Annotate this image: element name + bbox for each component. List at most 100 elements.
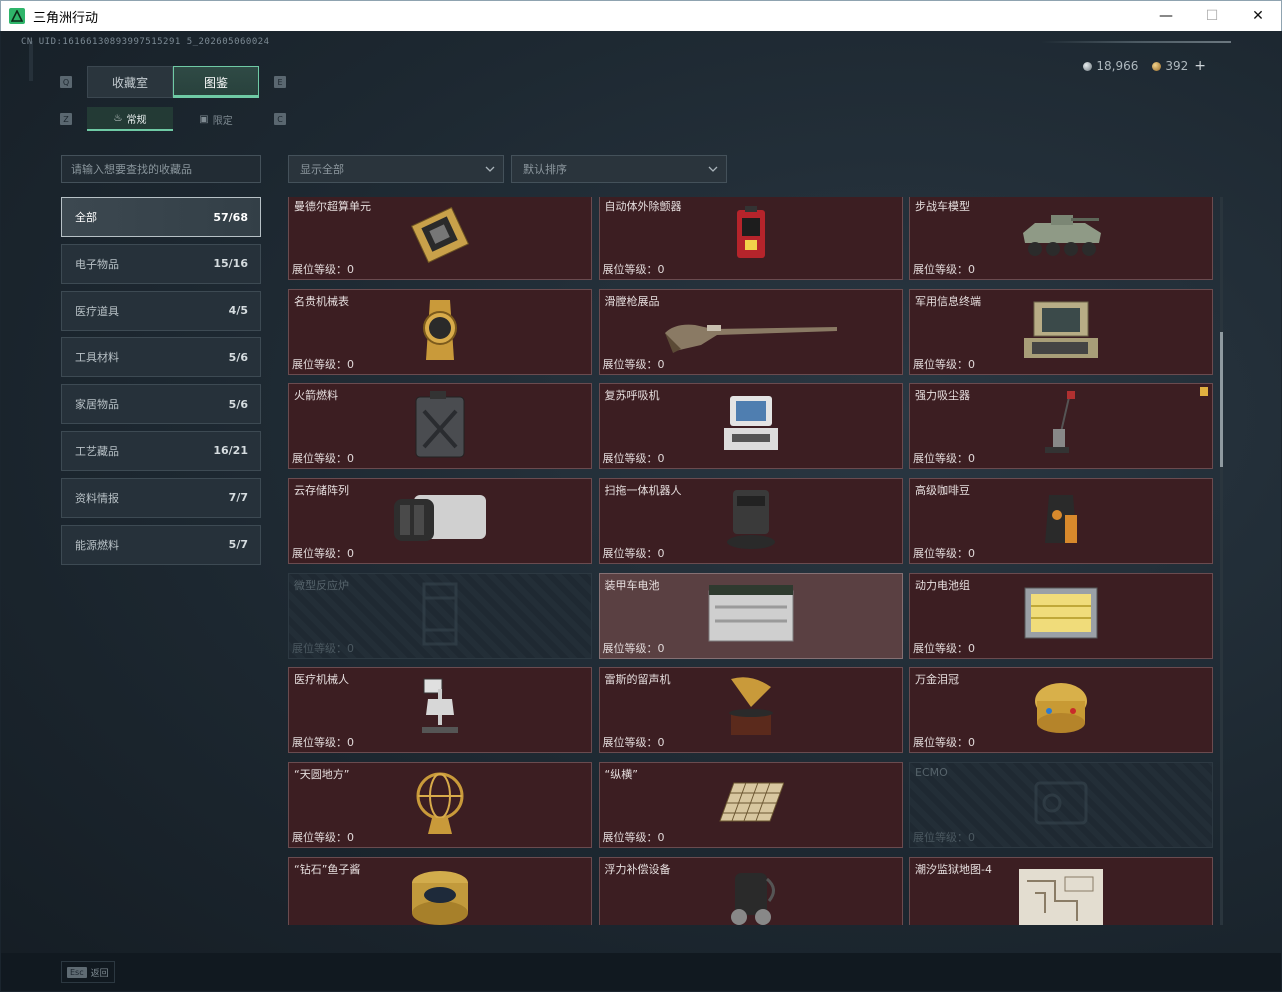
tab-collection[interactable]: 收藏室 [87, 66, 173, 98]
sidebar-item[interactable]: 全部 57/68 [61, 197, 261, 237]
silver-amount: 18,966 [1096, 59, 1139, 73]
sidebar-item[interactable]: 能源燃料 5/7 [61, 524, 261, 565]
collection-card[interactable]: 装甲车电池 展位等级：0 [598, 572, 903, 659]
collection-card[interactable]: 潮汐监狱地图-4 展位等级：0 [909, 856, 1213, 925]
card-name: ECMO [915, 766, 948, 780]
vacuum-item-icon [1041, 389, 1081, 463]
collection-card[interactable]: 曼德尔超算单元 展位等级：0 [288, 197, 592, 280]
sidebar-item[interactable]: 电子物品 15/16 [61, 243, 261, 284]
collection-card[interactable]: 万金泪冠 展位等级：0 [909, 667, 1213, 754]
bcd-item-icon [723, 865, 779, 925]
sidebar-item[interactable]: 资料情报 7/7 [61, 477, 261, 518]
sidebar-item[interactable]: 医疗道具 4/5 [61, 290, 261, 331]
tab-catalog[interactable]: 图鉴 [173, 66, 259, 98]
sub-tabs: ♨ 常规 ▣ 限定 [87, 107, 259, 131]
collection-card[interactable]: 军用信息终端 展位等级：0 [909, 288, 1213, 375]
collection-card[interactable]: 步战车模型 展位等级：0 [909, 197, 1213, 280]
collection-card[interactable]: 浮力补偿设备展位等级：0 [598, 856, 903, 925]
collection-card[interactable]: 扫拖一体机器人 展位等级：0 [598, 478, 903, 564]
close-button[interactable]: ✕ [1235, 1, 1281, 31]
collection-card[interactable]: ECMO 展位等级：0 [909, 762, 1213, 849]
sort-dropdown[interactable]: 默认排序 [511, 155, 727, 183]
collection-card[interactable]: 复苏呼吸机 展位等级：0 [598, 383, 903, 470]
tab-regular[interactable]: ♨ 常规 [87, 107, 173, 131]
collection-card[interactable]: 强力吸尘器 展位等级：0 [909, 383, 1213, 470]
level-value: 0 [968, 831, 975, 845]
filter-dropdown[interactable]: 显示全部 [288, 155, 504, 183]
card-level: 展位等级：0 [603, 261, 665, 277]
sidebar-item[interactable]: 家居物品 5/6 [61, 384, 261, 425]
sidebar-item-label: 电子物品 [75, 257, 119, 271]
card-level: 展位等级：0 [913, 261, 975, 277]
collection-card[interactable]: 雷斯的留声机 展位等级：0 [598, 667, 903, 754]
medbot-item-icon [414, 675, 466, 745]
level-label: 展位等级： [292, 831, 347, 845]
card-level: 展位等级：0 [603, 356, 665, 372]
sidebar-item-label: 工具材料 [75, 351, 119, 365]
z-key-hint: Z [60, 113, 72, 125]
card-name: 名贵机械表 [294, 294, 349, 308]
add-currency-button[interactable]: + [1194, 58, 1206, 74]
level-value: 0 [968, 546, 975, 560]
sidebar-item[interactable]: 工具材料 5/6 [61, 337, 261, 378]
collection-grid-viewport: 曼德尔超算单元 展位等级：0 自动体外除颤器 展位等级：0 步战车模型 展位等级：0 名贵机… [288, 197, 1218, 925]
scrollbar-thumb[interactable] [1220, 332, 1223, 467]
crown-item-icon [1029, 675, 1093, 745]
card-level: 展位等级：0 [913, 545, 975, 561]
back-label: 返回 [90, 968, 109, 979]
limited-icon: ▣ [199, 113, 209, 125]
level-value: 0 [347, 452, 354, 466]
sidebar-item-label: 医疗道具 [75, 304, 119, 318]
card-level: 展位等级：0 [292, 450, 354, 466]
collection-card[interactable]: 火箭燃料展位等级：0 [288, 383, 592, 470]
jerrycan-item-icon [412, 389, 468, 463]
level-value: 0 [968, 452, 975, 466]
caviar-item-icon [408, 865, 472, 925]
collection-grid: 曼德尔超算单元 展位等级：0 自动体外除颤器 展位等级：0 步战车模型 展位等级：0 名贵机… [288, 197, 1218, 925]
card-level: 展位等级：0 [292, 924, 354, 925]
level-label: 展位等级： [602, 262, 658, 276]
level-label: 展位等级： [913, 641, 968, 655]
card-level: 展位等级：0 [292, 261, 354, 277]
sidebar-item-count: 5/6 [228, 397, 248, 411]
ecmo-item-icon [1026, 775, 1096, 835]
card-name: 火箭燃料 [294, 389, 338, 403]
game-viewport: CN UID:16166130893997515291 5_2026050600… [1, 31, 1281, 991]
card-name: 高级咖啡豆 [915, 484, 970, 498]
collection-card[interactable]: 动力电池组 展位等级：0 [909, 572, 1213, 659]
gold-currency[interactable]: 392 + [1152, 58, 1206, 74]
collection-card[interactable]: 微型反应炉 展位等级：0 [288, 572, 592, 659]
gold-amount: 392 [1165, 59, 1189, 73]
silver-currency: 18,966 [1083, 59, 1138, 73]
collection-card[interactable]: 名贵机械表 展位等级：0 [288, 288, 592, 375]
level-value: 0 [657, 546, 665, 560]
card-name: 医疗机械人 [294, 673, 349, 687]
collection-card[interactable]: 云存储阵列 展位等级：0 [288, 478, 592, 564]
collection-card[interactable]: 高级咖啡豆展位等级：0 [909, 478, 1213, 564]
minimize-button[interactable]: — [1143, 1, 1189, 31]
level-label: 展位等级： [913, 357, 968, 371]
card-level: 展位等级：0 [292, 734, 354, 750]
sidebar-item-count: 15/16 [213, 257, 248, 271]
flame-icon: ♨ [113, 112, 123, 124]
collection-card[interactable]: “天圆地方” 展位等级：0 [288, 762, 592, 849]
tab-limited[interactable]: ▣ 限定 [173, 107, 259, 131]
collection-card[interactable]: 医疗机械人展位等级：0 [288, 667, 592, 754]
level-value: 0 [968, 357, 975, 371]
sidebar-item[interactable]: 工艺藏品 16/21 [61, 430, 261, 471]
level-value: 0 [968, 736, 975, 750]
maximize-button[interactable]: ☐ [1189, 1, 1235, 31]
search-input[interactable]: 请输入想要查找的收藏品 [61, 155, 261, 183]
collection-card[interactable]: “钻石”鱼子酱展位等级：0 [288, 856, 592, 925]
level-value: 0 [657, 452, 665, 466]
chip-item-icon [408, 205, 472, 269]
card-level: 展位等级：0 [913, 924, 975, 925]
card-level: 展位等级：0 [603, 829, 665, 845]
back-button[interactable]: Esc 返回 [61, 961, 115, 983]
collection-card[interactable]: 自动体外除颤器 展位等级：0 [598, 197, 903, 280]
collection-card[interactable]: “纵横” 展位等级：0 [598, 762, 903, 849]
storage-item-icon [390, 489, 490, 553]
card-name: 动力电池组 [915, 578, 970, 592]
collection-card[interactable]: 滑膛枪展品 展位等级：0 [598, 288, 903, 375]
grid-scrollbar[interactable] [1220, 197, 1223, 925]
